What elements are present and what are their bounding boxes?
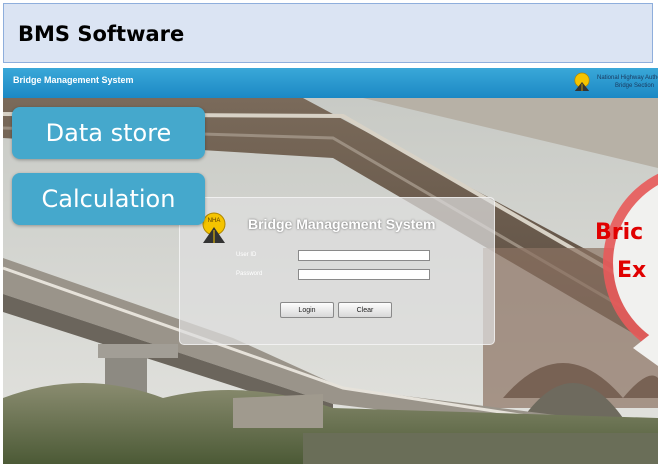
slide-title: BMS Software <box>18 22 185 46</box>
bubble-line-1: Bric <box>595 220 644 245</box>
bubble-line-2: Ex <box>617 258 647 283</box>
userid-input[interactable] <box>298 250 430 261</box>
userid-label: User ID <box>236 252 257 258</box>
data-store-callout: Data store <box>12 107 205 159</box>
login-title: Bridge Management System <box>248 216 436 232</box>
logo-text: NHA <box>208 218 221 224</box>
password-input[interactable] <box>298 269 430 280</box>
slide-title-bar: BMS Software <box>3 3 653 63</box>
app-header: Bridge Management System National Highwa… <box>3 68 658 98</box>
nha-logo-icon <box>574 72 590 91</box>
org-name-line2: Bridge Section <box>615 83 655 89</box>
password-label: Password <box>236 271 263 277</box>
org-name-line1: National Highway Authority <box>597 75 658 81</box>
org-name: National Highway Authority Bridge Sectio… <box>597 74 658 90</box>
calculation-callout: Calculation <box>12 173 205 225</box>
login-button[interactable]: Login <box>280 302 334 318</box>
app-header-title: Bridge Management System <box>13 75 134 85</box>
login-panel: NHA Bridge Management System User ID Pas… <box>179 197 495 345</box>
clear-button[interactable]: Clear <box>338 302 392 318</box>
